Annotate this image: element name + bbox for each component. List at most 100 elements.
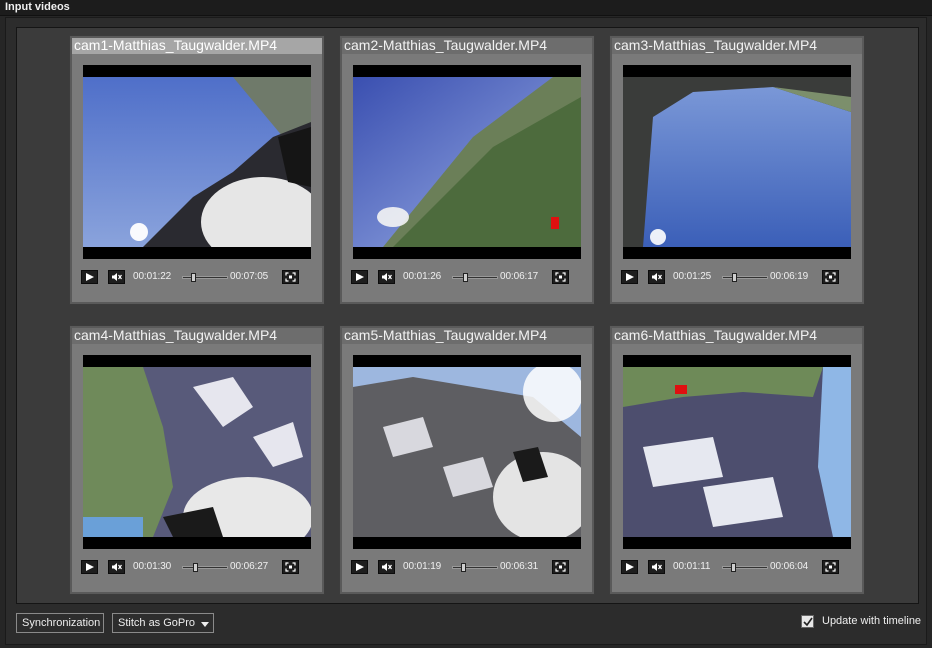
duration-time: 00:07:05: [230, 271, 269, 282]
current-time: 00:01:30: [133, 561, 172, 572]
video-frame-image: [353, 367, 581, 537]
seek-slider[interactable]: [182, 563, 228, 572]
video-panel-title[interactable]: cam5-Matthias_Taugwalder.MP4: [342, 328, 592, 344]
video-panel-title[interactable]: cam4-Matthias_Taugwalder.MP4: [72, 328, 322, 344]
video-frame-image: [353, 77, 581, 247]
fullscreen-icon: [825, 562, 836, 572]
video-panel-body: 00:01:22 00:07:05: [72, 54, 322, 302]
play-icon: [626, 563, 634, 571]
video-panel-body: 00:01:26 00:06:17: [342, 54, 592, 302]
video-panel-cam2[interactable]: cam2-Matthias_Taugwalder.MP4 00:01:26 00…: [339, 35, 595, 305]
checkmark-icon: [803, 617, 813, 627]
fullscreen-icon: [285, 562, 296, 572]
fullscreen-button[interactable]: [822, 270, 839, 284]
seek-slider-thumb[interactable]: [463, 273, 468, 282]
seek-slider[interactable]: [722, 563, 768, 572]
mute-button[interactable]: [378, 270, 395, 284]
video-panel-body: 00:01:11 00:06:04: [612, 344, 862, 592]
seek-slider-thumb[interactable]: [732, 273, 737, 282]
video-panel-cam6[interactable]: cam6-Matthias_Taugwalder.MP4 00:01:11 00…: [609, 325, 865, 595]
video-preview[interactable]: [623, 355, 851, 549]
seek-slider-thumb[interactable]: [193, 563, 198, 572]
seek-slider[interactable]: [452, 563, 498, 572]
play-button[interactable]: [81, 560, 98, 574]
seek-slider[interactable]: [722, 273, 768, 282]
play-icon: [86, 563, 94, 571]
stitch-preset-dropdown[interactable]: Stitch as GoPro: [112, 613, 214, 633]
video-preview[interactable]: [83, 65, 311, 259]
video-frame-image: [623, 77, 851, 247]
window-title: Input videos: [5, 1, 70, 13]
video-panel-cam5[interactable]: cam5-Matthias_Taugwalder.MP4 00:01:19 00…: [339, 325, 595, 595]
video-panel-cam3[interactable]: cam3-Matthias_Taugwalder.MP4 00:01:25 00…: [609, 35, 865, 305]
mute-icon: [382, 273, 392, 281]
fullscreen-button[interactable]: [282, 560, 299, 574]
video-panel-cam1[interactable]: cam1-Matthias_Taugwalder.MP4 00:01:22 00…: [69, 35, 325, 305]
chevron-down-icon: [201, 622, 209, 627]
play-button[interactable]: [81, 270, 98, 284]
play-icon: [356, 273, 364, 281]
fullscreen-icon: [285, 272, 296, 282]
play-button[interactable]: [621, 270, 638, 284]
seek-slider[interactable]: [182, 273, 228, 282]
fullscreen-icon: [555, 272, 566, 282]
update-with-timeline-label: Update with timeline: [822, 615, 922, 627]
play-button[interactable]: [351, 560, 368, 574]
mute-button[interactable]: [108, 270, 125, 284]
video-controls: 00:01:22 00:07:05: [77, 270, 317, 286]
mute-button[interactable]: [378, 560, 395, 574]
duration-time: 00:06:19: [770, 271, 809, 282]
video-panel-body: 00:01:19 00:06:31: [342, 344, 592, 592]
video-controls: 00:01:25 00:06:19: [617, 270, 857, 286]
fullscreen-button[interactable]: [822, 560, 839, 574]
mute-button[interactable]: [648, 270, 665, 284]
video-panel-title[interactable]: cam3-Matthias_Taugwalder.MP4: [612, 38, 862, 54]
video-controls: 00:01:19 00:06:31: [347, 560, 587, 576]
fullscreen-icon: [825, 272, 836, 282]
mute-button[interactable]: [648, 560, 665, 574]
video-panel-title[interactable]: cam1-Matthias_Taugwalder.MP4: [72, 38, 322, 54]
seek-slider-thumb[interactable]: [191, 273, 196, 282]
video-frame-image: [623, 367, 851, 537]
fullscreen-icon: [555, 562, 566, 572]
video-panel-title[interactable]: cam2-Matthias_Taugwalder.MP4: [342, 38, 592, 54]
seek-slider-thumb[interactable]: [461, 563, 466, 572]
duration-time: 00:06:27: [230, 561, 269, 572]
video-controls: 00:01:11 00:06:04: [617, 560, 857, 576]
fullscreen-button[interactable]: [552, 270, 569, 284]
video-frame-image: [83, 77, 311, 247]
play-button[interactable]: [351, 270, 368, 284]
mute-icon: [652, 273, 662, 281]
fullscreen-button[interactable]: [282, 270, 299, 284]
video-panel-body: 00:01:25 00:06:19: [612, 54, 862, 302]
seek-slider-thumb[interactable]: [731, 563, 736, 572]
video-preview[interactable]: [83, 355, 311, 549]
play-icon: [356, 563, 364, 571]
video-preview[interactable]: [353, 65, 581, 259]
synchronization-button[interactable]: Synchronization: [16, 613, 104, 633]
current-time: 00:01:19: [403, 561, 442, 572]
window-title-bar: Input videos: [0, 0, 932, 16]
seek-slider[interactable]: [452, 273, 498, 282]
mute-icon: [652, 563, 662, 571]
update-with-timeline-checkbox[interactable]: [801, 615, 814, 628]
mute-icon: [112, 563, 122, 571]
video-panel-cam4[interactable]: cam4-Matthias_Taugwalder.MP4 00:01:30 00…: [69, 325, 325, 595]
duration-time: 00:06:04: [770, 561, 809, 572]
play-icon: [86, 273, 94, 281]
duration-time: 00:06:31: [500, 561, 539, 572]
fullscreen-button[interactable]: [552, 560, 569, 574]
video-preview[interactable]: [623, 65, 851, 259]
mute-button[interactable]: [108, 560, 125, 574]
current-time: 00:01:11: [673, 561, 711, 572]
play-button[interactable]: [621, 560, 638, 574]
current-time: 00:01:26: [403, 271, 442, 282]
stitch-preset-label: Stitch as GoPro: [118, 617, 196, 629]
video-panel-title[interactable]: cam6-Matthias_Taugwalder.MP4: [612, 328, 862, 344]
play-icon: [626, 273, 634, 281]
video-controls: 00:01:30 00:06:27: [77, 560, 317, 576]
video-controls: 00:01:26 00:06:17: [347, 270, 587, 286]
current-time: 00:01:22: [133, 271, 172, 282]
video-preview[interactable]: [353, 355, 581, 549]
duration-time: 00:06:17: [500, 271, 539, 282]
